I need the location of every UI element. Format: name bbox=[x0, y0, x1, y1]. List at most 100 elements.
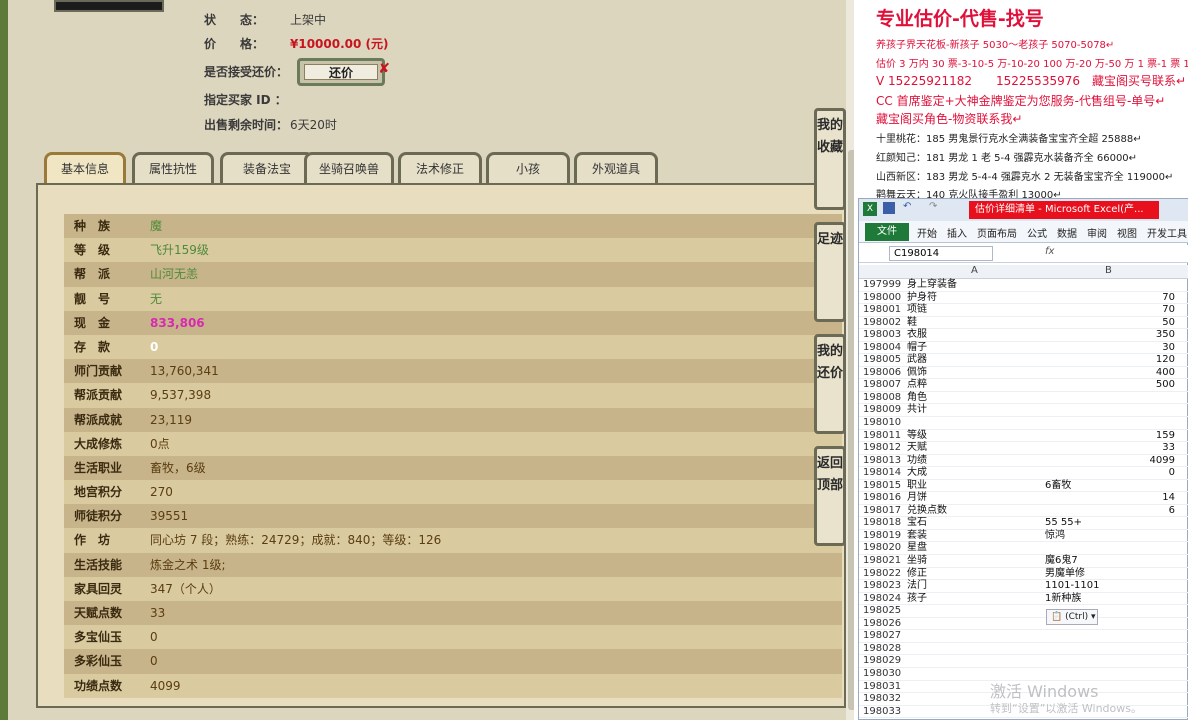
menu-formulas[interactable]: 公式 bbox=[1027, 225, 1047, 240]
cell-a[interactable]: 功绩 bbox=[907, 455, 927, 468]
cell-a[interactable]: 鞋 bbox=[907, 317, 917, 330]
column-a-header[interactable]: A bbox=[971, 265, 978, 276]
tab-basic-info[interactable]: 基本信息 bbox=[44, 152, 126, 184]
cell-b[interactable]: 1新种族 bbox=[1045, 593, 1081, 606]
file-tab[interactable]: 文件 bbox=[865, 223, 909, 241]
tab-spell-correction[interactable]: 法术修正 bbox=[398, 152, 482, 184]
sheet-row[interactable]: 198022 修正 男魔单修 bbox=[859, 568, 1188, 581]
footprint-button[interactable]: 足迹 bbox=[814, 222, 846, 322]
cell-b-number[interactable]: 4099 bbox=[1150, 455, 1175, 468]
sheet-row[interactable]: 198020 星盘 bbox=[859, 542, 1188, 556]
sheet-row[interactable]: 198000 护身符 70 bbox=[859, 292, 1188, 305]
cell-b-number[interactable]: 30 bbox=[1162, 342, 1175, 355]
cell-a[interactable]: 孩子 bbox=[907, 593, 927, 606]
sheet-row[interactable]: 198027 bbox=[859, 630, 1188, 643]
tab-attribute-resist[interactable]: 属性抗性 bbox=[132, 152, 214, 184]
cell-b-number[interactable]: 0 bbox=[1169, 467, 1175, 480]
cell-a[interactable]: 角色 bbox=[907, 392, 927, 405]
cell-a[interactable]: 等级 bbox=[907, 430, 927, 443]
cell-a[interactable]: 天赋 bbox=[907, 442, 927, 455]
sheet-row[interactable]: 198011 等级 159 bbox=[859, 430, 1188, 443]
name-box[interactable]: C198014 bbox=[889, 246, 993, 261]
sheet-row[interactable]: 197999 身上穿装备 bbox=[859, 279, 1188, 292]
fx-icon[interactable]: fx bbox=[1045, 246, 1054, 257]
cell-a[interactable]: 大成 bbox=[907, 467, 927, 480]
cell-b[interactable]: 6畜牧 bbox=[1045, 480, 1071, 493]
menu-view[interactable]: 视图 bbox=[1117, 225, 1137, 240]
cell-b-number[interactable]: 159 bbox=[1156, 430, 1175, 443]
cell-b-number[interactable]: 500 bbox=[1156, 379, 1175, 392]
sheet-row[interactable]: 198006 佩饰 400 bbox=[859, 367, 1188, 380]
sheet-row[interactable]: 198019 套装 惊鸿 bbox=[859, 530, 1188, 543]
sheet-row[interactable]: 198004 帽子 30 bbox=[859, 342, 1188, 355]
cell-a[interactable]: 身上穿装备 bbox=[907, 279, 957, 292]
sheet-row[interactable]: 198024 孩子 1新种族 bbox=[859, 593, 1188, 606]
sheet-row[interactable]: 198002 鞋 50 bbox=[859, 317, 1188, 330]
cell-b-number[interactable]: 33 bbox=[1162, 442, 1175, 455]
paste-options-button[interactable]: 📋 (Ctrl) ▾ bbox=[1046, 609, 1098, 625]
tab-child[interactable]: 小孩 bbox=[486, 152, 570, 184]
back-to-top-button[interactable]: 返回顶部 bbox=[814, 446, 846, 546]
cell-a[interactable]: 坐骑 bbox=[907, 555, 927, 568]
sheet-row[interactable]: 198023 法门 1101-1101 bbox=[859, 580, 1188, 593]
cell-a[interactable]: 月饼 bbox=[907, 492, 927, 505]
cell-a[interactable]: 共计 bbox=[907, 404, 927, 417]
cell-b[interactable]: 惊鸿 bbox=[1045, 530, 1065, 543]
sheet-row[interactable]: 198029 bbox=[859, 655, 1188, 668]
cell-a[interactable]: 项链 bbox=[907, 304, 927, 317]
tab-mounts-pets[interactable]: 坐骑召唤兽 bbox=[304, 152, 394, 184]
sheet-row[interactable]: 198018 宝石 55 55+ bbox=[859, 517, 1188, 530]
cell-b-number[interactable]: 400 bbox=[1156, 367, 1175, 380]
sheet-row[interactable]: 198003 衣服 350 bbox=[859, 329, 1188, 342]
sheet-row[interactable]: 198026 bbox=[859, 618, 1188, 631]
sheet-row[interactable]: 198007 点粹 500 bbox=[859, 379, 1188, 392]
cell-b-number[interactable]: 350 bbox=[1156, 329, 1175, 342]
cell-a[interactable]: 宝石 bbox=[907, 517, 927, 530]
cell-b[interactable]: 魔6鬼7 bbox=[1045, 555, 1078, 568]
my-favorites-button[interactable]: 我的收藏 bbox=[814, 108, 846, 210]
menu-page-layout[interactable]: 页面布局 bbox=[977, 225, 1017, 240]
close-icon[interactable]: ✘ bbox=[378, 61, 390, 77]
cell-a[interactable]: 点粹 bbox=[907, 379, 927, 392]
sheet-row[interactable]: 198010 bbox=[859, 417, 1188, 430]
sheet-row[interactable]: 198012 天赋 33 bbox=[859, 442, 1188, 455]
sheet-row[interactable]: 198028 bbox=[859, 643, 1188, 656]
undo-icon[interactable]: ↶ bbox=[903, 201, 911, 212]
cell-a[interactable]: 法门 bbox=[907, 580, 927, 593]
menu-developer[interactable]: 开发工具 bbox=[1147, 225, 1187, 240]
menu-data[interactable]: 数据 bbox=[1057, 225, 1077, 240]
sheet-row[interactable]: 198015 职业 6畜牧 bbox=[859, 480, 1188, 493]
cell-a[interactable]: 修正 bbox=[907, 568, 927, 581]
menu-insert[interactable]: 插入 bbox=[947, 225, 967, 240]
cell-a[interactable]: 护身符 bbox=[907, 292, 937, 305]
sheet-row[interactable]: 198016 月饼 14 bbox=[859, 492, 1188, 505]
cell-a[interactable]: 兑换点数 bbox=[907, 505, 947, 518]
cell-b-number[interactable]: 50 bbox=[1162, 317, 1175, 330]
sheet-row[interactable]: 198025 bbox=[859, 605, 1188, 618]
redo-icon[interactable]: ↷ bbox=[929, 201, 937, 212]
sheet-row[interactable]: 198021 坐骑 魔6鬼7 bbox=[859, 555, 1188, 568]
cell-b-number[interactable]: 6 bbox=[1169, 505, 1175, 518]
cell-a[interactable]: 星盘 bbox=[907, 542, 927, 555]
sheet-row[interactable]: 198013 功绩 4099 bbox=[859, 455, 1188, 468]
cell-b-number[interactable]: 14 bbox=[1162, 492, 1175, 505]
cell-a[interactable]: 衣服 bbox=[907, 329, 927, 342]
cell-b[interactable]: 男魔单修 bbox=[1045, 568, 1085, 581]
save-icon[interactable] bbox=[883, 202, 895, 214]
bargain-button[interactable]: 还价 ✘ bbox=[297, 58, 390, 86]
tab-appearance[interactable]: 外观道具 bbox=[574, 152, 658, 184]
cell-a[interactable]: 套装 bbox=[907, 530, 927, 543]
cell-a[interactable]: 职业 bbox=[907, 480, 927, 493]
sheet-row[interactable]: 198001 项链 70 bbox=[859, 304, 1188, 317]
cell-a[interactable]: 佩饰 bbox=[907, 367, 927, 380]
column-b-header[interactable]: B bbox=[1105, 265, 1112, 276]
menu-home[interactable]: 开始 bbox=[917, 225, 937, 240]
sheet-row[interactable]: 198017 兑换点数 6 bbox=[859, 505, 1188, 518]
sheet-row[interactable]: 198009 共计 bbox=[859, 404, 1188, 418]
sheet-row[interactable]: 198014 大成 0 bbox=[859, 467, 1188, 480]
page-scrollbar[interactable] bbox=[846, 0, 854, 720]
tab-equipment[interactable]: 装备法宝 bbox=[220, 152, 314, 184]
cell-b[interactable]: 1101-1101 bbox=[1045, 580, 1100, 593]
menu-review[interactable]: 审阅 bbox=[1087, 225, 1107, 240]
sheet-row[interactable]: 198005 武器 120 bbox=[859, 354, 1188, 367]
